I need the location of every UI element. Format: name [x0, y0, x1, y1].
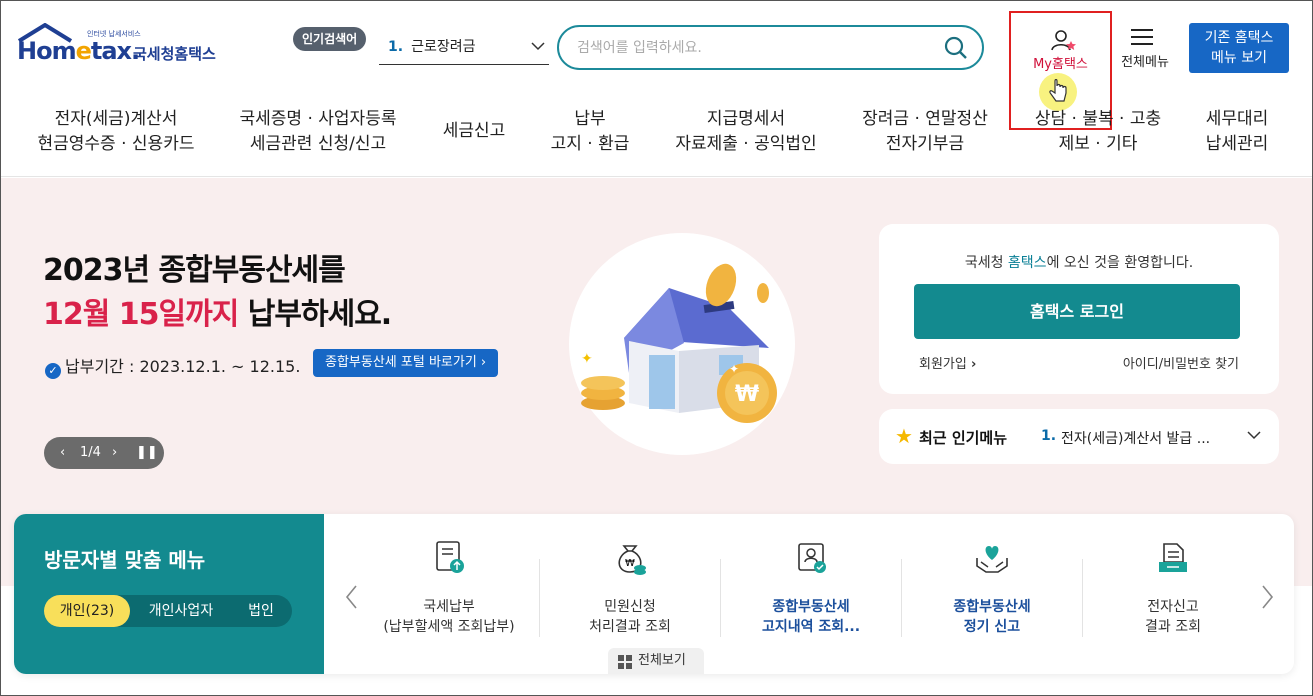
view-all-button[interactable]: 전체보기: [608, 648, 704, 674]
gnb-item-payment[interactable]: 납부 고지 · 환급: [541, 107, 639, 157]
gnb-item-tax-return[interactable]: 세금신고: [429, 119, 519, 144]
global-navigation: 전자(세금)계산서 현금영수증 · 신용카드 국세증명 · 사업자등록 세금관련 신…: [1, 101, 1312, 177]
logo-wordmark: Hometax.: [17, 37, 140, 65]
login-panel: 국세청 홈택스에 오신 것을 환영합니다. 홈택스 로그인 회원가입 › 아이디…: [879, 224, 1279, 394]
join-link[interactable]: 회원가입 ›: [919, 353, 976, 372]
pause-icon[interactable]: ❚❚: [136, 437, 158, 469]
banner-pager: ‹ 1/4 › ❚❚: [44, 437, 164, 469]
menu-item-label: 종합부동산세: [772, 599, 850, 615]
search-box: [557, 25, 984, 70]
menu-item-label: 전자신고: [1147, 599, 1199, 615]
all-menu-label: 전체메뉴: [1121, 55, 1169, 70]
menu-item-e-filing-result[interactable]: 전자신고 결과 조회: [1083, 514, 1263, 674]
visitor-menu-header: 방문자별 맞춤 메뉴 개인(23) 개인사업자 법인: [14, 514, 324, 674]
tab-corporation[interactable]: 법인: [236, 595, 286, 627]
recent-menu-title: 최근 인기메뉴: [919, 429, 1008, 447]
money-bag-icon: ₩: [618, 545, 646, 575]
gnb-item-consult[interactable]: 상담 · 불복 · 고충 제보 · 기타: [1023, 107, 1173, 157]
hero-title-line2: 12월 15일까지 납부하세요.: [43, 297, 392, 332]
hometax-logo[interactable]: 인터넷 납세서비스 Hometax. 국세청홈택스: [15, 23, 230, 75]
visitor-tabs: 개인(23) 개인사업자 법인: [44, 595, 292, 627]
gnb-item-incentives[interactable]: 장려금 · 연말정산 전자기부금: [853, 107, 997, 157]
menu-item-national-tax-payment[interactable]: 국세납부 (납부할세액 조회납부): [359, 514, 539, 674]
hero-title-line1: 2023년 종합부동산세를: [43, 253, 346, 288]
all-menu-button[interactable]: 전체메뉴: [1114, 25, 1176, 71]
gnb-item-statements[interactable]: 지급명세서 자료제출 · 공익법인: [665, 107, 827, 157]
svg-text:₩: ₩: [735, 382, 759, 407]
search-input[interactable]: [577, 37, 937, 59]
menu-item-property-tax-notice[interactable]: 종합부동산세 고지내역 조회...: [721, 514, 901, 674]
visitor-menu-title: 방문자별 맞춤 메뉴: [44, 548, 206, 572]
gnb-item-certificates[interactable]: 국세증명 · 사업자등록 세금관련 신청/신고: [227, 107, 409, 157]
recent-menu-rank: 1.: [1041, 428, 1057, 444]
chevron-down-icon[interactable]: [1247, 430, 1261, 440]
menu-item-property-tax-filing[interactable]: 종합부동산세 정기 신고: [902, 514, 1082, 674]
grid-icon: [618, 655, 632, 669]
logo-korean-name: 국세청홈택스: [133, 45, 216, 63]
find-id-password-link[interactable]: 아이디/비밀번호 찾기: [1123, 353, 1239, 372]
recent-popular-menu[interactable]: ★ 최근 인기메뉴 1. 전자(세금)계산서 발급 ...: [879, 409, 1279, 464]
search-icon[interactable]: [944, 36, 968, 60]
house-coin-icon: ₩ ✦ ✦: [581, 263, 777, 423]
svg-text:✦: ✦: [581, 351, 593, 367]
hamburger-icon: [1131, 29, 1153, 50]
popular-search-select[interactable]: 1. 근로장려금: [379, 33, 549, 65]
menu-item-label: 종합부동산세: [953, 599, 1031, 615]
gnb-item-tax-agent[interactable]: 세무대리 납세관리: [1197, 107, 1277, 157]
old-hometax-button[interactable]: 기존 홈택스 메뉴 보기: [1189, 23, 1289, 73]
svg-text:✦: ✦: [729, 362, 739, 376]
pager-count: 1/4: [80, 445, 101, 460]
prev-icon[interactable]: ‹: [60, 437, 65, 469]
menu-item-sublabel: 결과 조회: [1145, 619, 1201, 635]
star-icon: ★: [895, 424, 913, 448]
menu-item-label: 국세납부: [423, 599, 475, 615]
check-circle-icon: ✓: [45, 363, 61, 379]
welcome-text: 국세청 홈택스에 오신 것을 환영합니다.: [964, 255, 1194, 271]
menu-item-sublabel: 처리결과 조회: [589, 619, 671, 635]
document-upload-icon: [436, 541, 464, 573]
menu-item-sublabel: 정기 신고: [963, 619, 1021, 635]
popular-search-badge: 인기검색어: [293, 27, 367, 51]
svg-text:₩: ₩: [625, 558, 635, 569]
menu-item-sublabel: (납부할세액 조회납부): [383, 619, 515, 635]
tab-individual[interactable]: 개인(23): [44, 595, 130, 627]
document-tray-icon: [1159, 543, 1187, 572]
popular-rank: 1.: [388, 39, 404, 55]
view-all-label: 전체보기: [638, 653, 686, 668]
heart-hands-icon: [976, 546, 1008, 573]
login-button[interactable]: 홈택스 로그인: [914, 284, 1240, 339]
visitor-custom-menu: 방문자별 맞춤 메뉴 개인(23) 개인사업자 법인 국세납부 (납부할세액 조…: [14, 514, 1294, 674]
recent-menu-value: 전자(세금)계산서 발급 ...: [1061, 431, 1211, 447]
tab-sole-proprietor[interactable]: 개인사업자: [136, 595, 226, 627]
house-certificate-icon: [798, 543, 826, 573]
menu-item-label: 민원신청: [604, 599, 656, 615]
my-hometax-label: My홈택스: [1033, 57, 1088, 72]
payment-period: ✓ 납부기간 : 2023.12.1. ~ 12.15.: [45, 353, 300, 379]
property-tax-portal-button[interactable]: 종합부동산세 포털 바로가기 ›: [313, 349, 499, 377]
house-illustration: ₩ ✦ ✦: [569, 233, 795, 455]
gnb-item-e-invoice[interactable]: 전자(세금)계산서 현금영수증 · 신용카드: [31, 107, 201, 157]
user-star-icon: [1051, 30, 1076, 51]
old-hometax-line2: 메뉴 보기: [1211, 50, 1267, 66]
chevron-down-icon: [531, 42, 545, 51]
popular-term: 근로장려금: [411, 39, 476, 55]
old-hometax-line1: 기존 홈택스: [1204, 30, 1274, 46]
next-icon[interactable]: ›: [112, 437, 117, 469]
menu-item-sublabel: 고지내역 조회...: [761, 619, 861, 635]
chevron-left-icon[interactable]: [344, 584, 360, 610]
browser-frame: 인터넷 납세서비스 Hometax. 국세청홈택스 인기검색어 1. 근로장려금 …: [0, 0, 1313, 696]
